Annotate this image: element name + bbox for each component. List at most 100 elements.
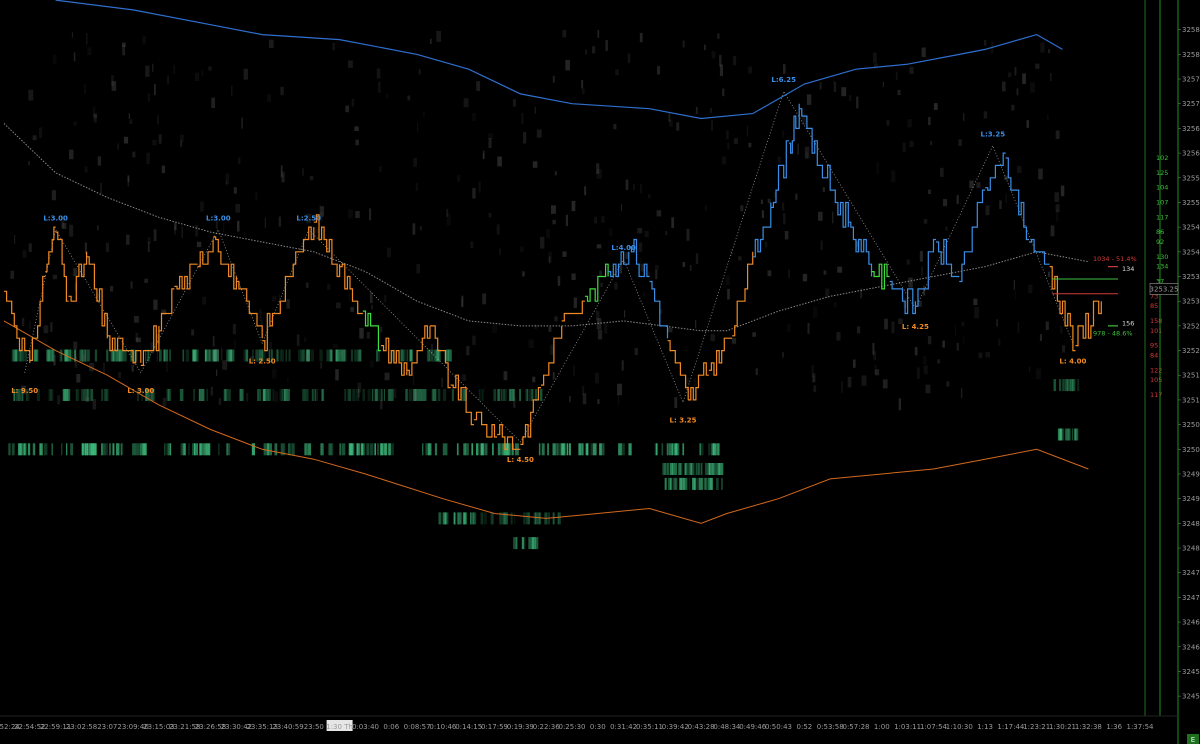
profile-cell (446, 443, 448, 456)
profile-cell (552, 219, 556, 225)
profile-cell (27, 443, 31, 456)
profile-cell (386, 247, 391, 258)
price-segment (732, 251, 754, 337)
profile-cell (57, 395, 61, 405)
profile-cell (725, 275, 730, 286)
profile-cell (873, 52, 877, 63)
profile-cell (746, 126, 749, 137)
profile-cell (243, 349, 246, 362)
profile-cell (802, 273, 808, 282)
profile-cell (1028, 284, 1033, 294)
profile-cell (87, 47, 92, 56)
x-tick-label: 23:50 (304, 723, 324, 731)
profile-cell (430, 38, 432, 44)
profile-cell (225, 173, 230, 185)
profile-cell (634, 348, 638, 356)
profile-cell (722, 88, 725, 97)
profile-cell (985, 351, 990, 358)
profile-cell (983, 111, 988, 119)
profile-cell (497, 443, 501, 456)
profile-cell (62, 223, 67, 229)
profile-cell (733, 56, 737, 66)
profile-cell (362, 389, 365, 401)
profile-cell (928, 117, 931, 125)
profile-cell (422, 443, 424, 456)
profile-cell (603, 443, 605, 456)
profile-cell (335, 369, 339, 381)
profile-cell (841, 87, 847, 97)
profile-cell (488, 213, 492, 218)
profile-cell (378, 389, 382, 401)
profile-cell (435, 443, 437, 456)
ask-volume-value: 104 (1156, 184, 1168, 192)
profile-cell (193, 349, 196, 362)
profile-cell (407, 95, 411, 101)
profile-cell (206, 349, 211, 362)
bid-volume-value: 95 (1150, 342, 1158, 350)
price-chart[interactable]: L: 9.50 L:3.00 L: 3.00 L:3.00 L: 2.50 L:2.50 L… (0, 0, 1200, 744)
profile-cell (600, 282, 603, 287)
ask-volume-value: 117 (1156, 213, 1168, 221)
profile-cell (962, 113, 965, 121)
profile-cell (100, 182, 102, 195)
profile-cell (335, 302, 341, 309)
profile-cell (832, 211, 834, 224)
ask-volume-value: 102 (1156, 154, 1168, 162)
profile-cell (11, 443, 15, 456)
profile-cell (83, 84, 86, 95)
corner-badge[interactable]: E (1187, 734, 1199, 744)
price-segment (770, 140, 789, 208)
price-segment (752, 202, 772, 258)
profile-cell (1002, 81, 1006, 92)
profile-cell (748, 66, 752, 74)
profile-cell (856, 326, 861, 334)
profile-cell (1030, 82, 1035, 93)
profile-cell (75, 389, 78, 401)
profile-cell (441, 377, 444, 388)
profile-cell (978, 352, 983, 359)
profile-cell (329, 349, 332, 362)
profile-cell (492, 443, 494, 456)
profile-cell (302, 168, 304, 176)
x-tick-label: 1:07:54 (920, 723, 948, 731)
profile-cell (103, 389, 107, 401)
profile-cell (8, 443, 11, 456)
x-tick-label: 1:13 (977, 723, 993, 731)
profile-cell (71, 32, 73, 38)
bid-volume-value: 105 (1150, 376, 1162, 384)
profile-cell (621, 443, 625, 456)
profile-cell (476, 443, 479, 456)
y-tick-label: 3252.50 (1182, 322, 1200, 330)
profile-cell (711, 50, 716, 59)
profile-cell (937, 359, 941, 364)
profile-cell (152, 139, 157, 146)
profile-cell (281, 173, 285, 183)
profile-cell (300, 349, 302, 362)
profile-cell (113, 349, 118, 362)
profile-cell (128, 113, 131, 119)
x-tick-label: 0:03:40 (352, 723, 379, 731)
profile-cell (153, 299, 158, 310)
profile-cell (85, 349, 87, 362)
profile-cell (267, 389, 271, 401)
profile-cell (211, 97, 215, 108)
price-segment (584, 263, 609, 302)
profile-cell (727, 142, 730, 150)
profile-cell (13, 349, 18, 362)
profile-cell (668, 477, 672, 490)
profile-cell (597, 330, 603, 340)
profile-cell (573, 365, 575, 377)
pivot-label: L: 4.00 (1059, 357, 1086, 365)
profile-cell (307, 443, 312, 456)
profile-cell (412, 374, 415, 386)
profile-cell (519, 389, 521, 401)
profile-cell (695, 253, 699, 265)
profile-cell (942, 340, 945, 348)
profile-cell (640, 263, 645, 272)
profile-cell (463, 512, 468, 525)
x-tick-label: 0:31:42 (610, 723, 637, 731)
profile-cell (73, 267, 78, 276)
profile-cell (510, 512, 512, 525)
profile-cell (378, 81, 381, 93)
profile-cell (538, 512, 542, 525)
